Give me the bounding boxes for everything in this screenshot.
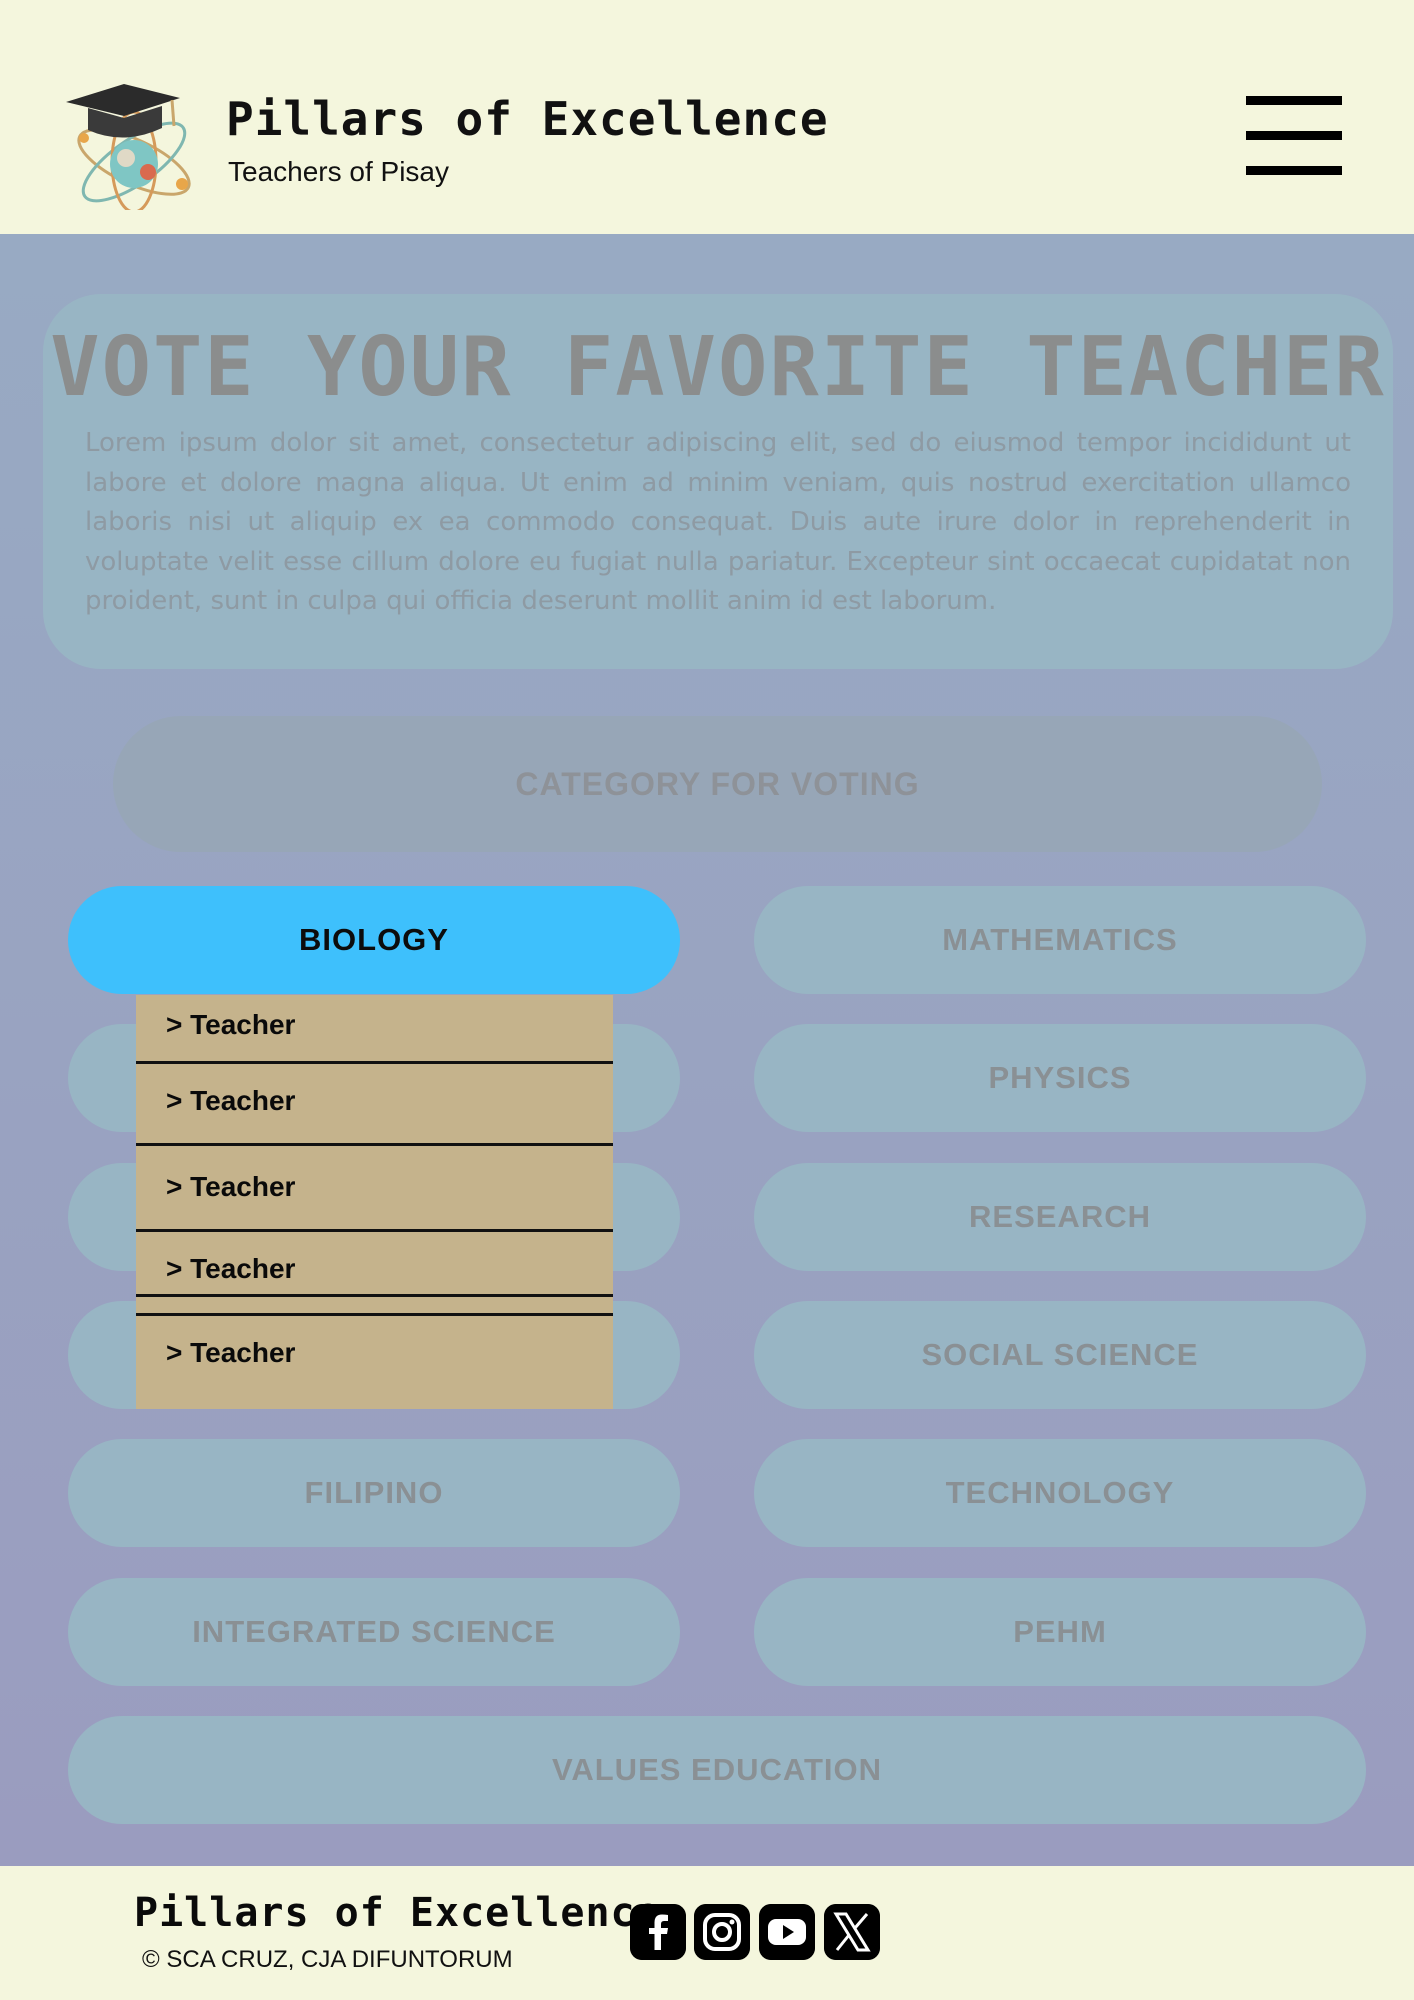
dropdown-item-teacher[interactable]: > Teacher: [136, 995, 613, 1061]
category-integrated-science-button[interactable]: INTEGRATED SCIENCE: [68, 1578, 680, 1686]
category-values-education-button[interactable]: VALUES EDUCATION: [68, 1716, 1366, 1824]
dropdown-item-label: > Teacher: [166, 1009, 296, 1040]
category-header: CATEGORY FOR VOTING: [113, 716, 1322, 852]
menu-bar: [1246, 131, 1342, 140]
dropdown-item-label: > Teacher: [166, 1337, 296, 1368]
category-physics-button[interactable]: PHYSICS: [754, 1024, 1366, 1132]
category-social-science-button[interactable]: SOCIAL SCIENCE: [754, 1301, 1366, 1409]
page-title: VOTE YOUR FAVORITE TEACHER: [50, 320, 1386, 415]
menu-bar: [1246, 166, 1342, 175]
category-technology-button[interactable]: TECHNOLOGY: [754, 1439, 1366, 1547]
youtube-icon[interactable]: [759, 1904, 815, 1960]
dropdown-item-teacher[interactable]: > Teacher: [136, 1231, 613, 1313]
dropdown-item-teacher[interactable]: > Teacher: [136, 1063, 613, 1143]
dropdown-item-teacher[interactable]: > Teacher: [136, 1145, 613, 1229]
footer-brand-title: Pillars of Excellence: [134, 1890, 661, 1936]
x-icon[interactable]: [824, 1904, 880, 1960]
menu-bar: [1246, 96, 1342, 105]
teacher-dropdown: > Teacher > Teacher > Teacher > Teacher …: [136, 995, 613, 1409]
category-mathematics-button[interactable]: MATHEMATICS: [754, 886, 1366, 994]
category-research-button[interactable]: RESEARCH: [754, 1163, 1366, 1271]
footer-copyright: © SCA CRUZ, CJA DIFUNTORUM: [142, 1946, 513, 1973]
dropdown-item-label: > Teacher: [166, 1253, 296, 1284]
intro-text: Lorem ipsum dolor sit amet, consectetur …: [85, 428, 1351, 616]
main-content: VOTE YOUR FAVORITE TEACHER Lorem ipsum d…: [0, 234, 1414, 1866]
dropdown-item-teacher[interactable]: > Teacher: [136, 1315, 613, 1409]
category-filipino-button[interactable]: FILIPINO: [68, 1439, 680, 1547]
brand-title: Pillars of Excellence: [226, 92, 829, 146]
site-footer: Pillars of Excellence © SCA CRUZ, CJA DI…: [0, 1866, 1414, 2000]
brand-subtitle: Teachers of Pisay: [228, 156, 449, 187]
intro-card: VOTE YOUR FAVORITE TEACHER Lorem ipsum d…: [43, 294, 1393, 669]
hamburger-menu-icon[interactable]: [1244, 96, 1344, 176]
category-biology-button[interactable]: BIOLOGY: [68, 886, 680, 994]
instagram-icon[interactable]: [694, 1904, 750, 1960]
category-pehm-button[interactable]: PEHM: [754, 1578, 1366, 1686]
facebook-icon[interactable]: [630, 1904, 686, 1960]
site-header: Pillars of Excellence Teachers of Pisay: [0, 0, 1414, 234]
graduation-cap-atom-logo: [66, 84, 191, 210]
dropdown-item-label: > Teacher: [166, 1085, 296, 1116]
dropdown-item-label: > Teacher: [166, 1171, 296, 1202]
